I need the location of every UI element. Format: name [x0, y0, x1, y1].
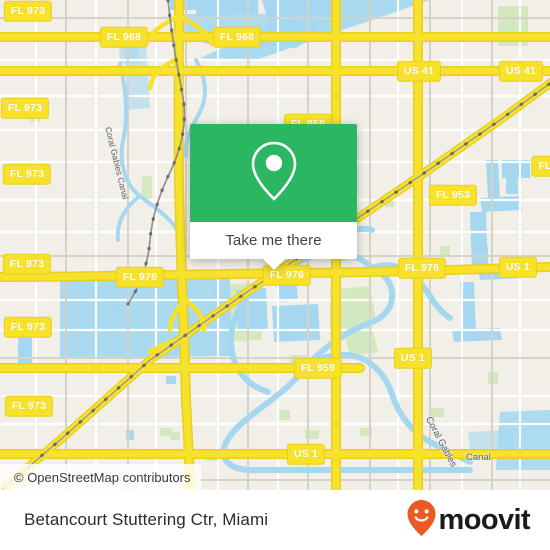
footer-bar: Betancourt Stuttering Ctr, Miami moovit — [0, 490, 550, 550]
place-popup[interactable]: Take me there — [190, 124, 357, 270]
road-shield: FL 973 — [2, 163, 52, 185]
road-shield: FL 968 — [212, 26, 262, 48]
road-shield: FL 973 — [4, 395, 54, 417]
moovit-wordmark: moovit — [438, 503, 531, 536]
road-shield: US 41 — [498, 60, 544, 82]
popup-action[interactable]: Take me there — [190, 222, 357, 259]
road-shield: FL 973 — [2, 253, 52, 275]
road-shield: US 41 — [396, 60, 442, 82]
popup-header — [190, 124, 357, 222]
popup-pointer — [262, 259, 285, 270]
road-shield: FL 953 — [428, 184, 478, 206]
road-shield: FL 973 — [3, 316, 53, 338]
road-shield: US 1 — [393, 347, 433, 369]
waterway-label: Canal — [466, 452, 491, 463]
road-shield: FL 959 — [293, 357, 343, 379]
road-shield: FL 976 — [115, 266, 165, 288]
road-shield: FL 976 — [397, 257, 447, 279]
osm-attribution[interactable]: © OpenStreetMap contributors — [0, 464, 201, 490]
road-shield: FL 968 — [99, 26, 149, 48]
place-title: Betancourt Stuttering Ctr, Miami — [24, 510, 269, 529]
road-shield: FL 973 — [3, 0, 53, 22]
road-shield: FL — [531, 155, 550, 177]
take-me-there-label: Take me there — [225, 232, 322, 249]
road-shield: US 1 — [498, 256, 538, 278]
attribution-text: © OpenStreetMap contributors — [14, 469, 191, 485]
road-shield: US 1 — [286, 443, 326, 465]
road-shield: FL 973 — [0, 97, 50, 119]
map-page: Coral Gables Canal Coral Gables Canal FL… — [0, 0, 550, 550]
moovit-pin-smile-icon — [406, 499, 437, 542]
location-pin-icon — [247, 138, 301, 209]
moovit-logo[interactable]: moovit — [406, 499, 531, 542]
map-canvas[interactable]: Coral Gables Canal Coral Gables Canal FL… — [0, 0, 550, 490]
